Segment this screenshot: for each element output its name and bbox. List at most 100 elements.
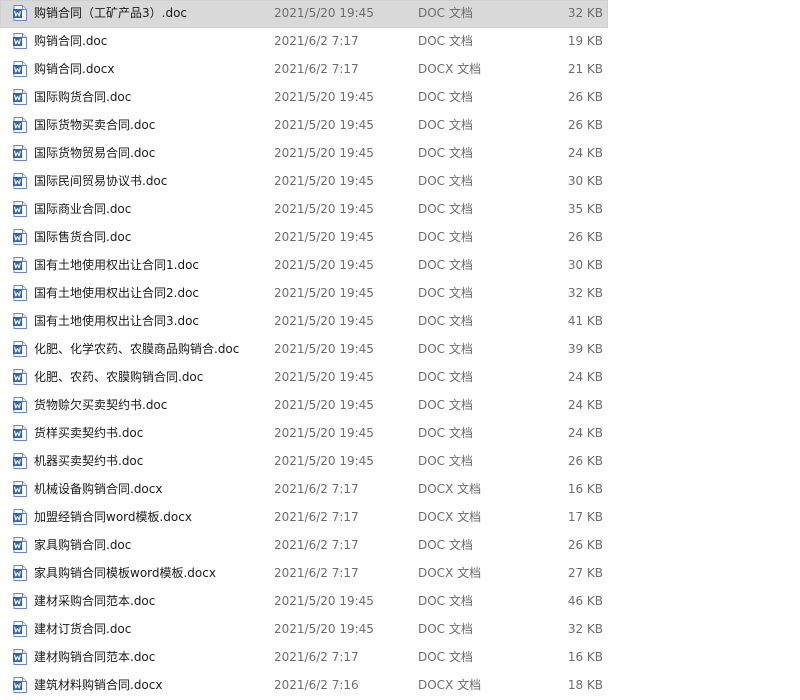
file-row-3[interactable]: 购销合同.docx 2021/6/2 7:17 DOCX 文档 21 KB xyxy=(0,56,608,84)
file-modified-date: 2021/5/20 19:45 xyxy=(274,286,374,300)
word-doc-icon xyxy=(13,593,27,609)
file-modified-date: 2021/5/20 19:45 xyxy=(274,90,374,104)
word-doc-icon xyxy=(13,313,27,329)
file-type: DOC 文档 xyxy=(418,90,473,104)
word-docx-icon xyxy=(13,61,27,77)
file-row-14[interactable]: 化肥、农药、农膜购销合同.doc 2021/5/20 19:45 DOC 文档 … xyxy=(0,364,608,392)
file-size: 32 KB xyxy=(567,622,603,636)
file-row-24[interactable]: 建材购销合同范本.doc 2021/6/2 7:17 DOC 文档 16 KB xyxy=(0,644,608,672)
word-doc-icon xyxy=(13,229,27,245)
file-modified-date: 2021/5/20 19:45 xyxy=(274,454,374,468)
file-row-8[interactable]: 国际商业合同.doc 2021/5/20 19:45 DOC 文档 35 KB xyxy=(0,196,608,224)
file-name: 购销合同（工矿产品3）.doc xyxy=(34,6,188,20)
file-name: 国际购货合同.doc xyxy=(34,90,132,104)
file-type: DOC 文档 xyxy=(418,454,473,468)
file-modified-date: 2021/5/20 19:45 xyxy=(274,426,374,440)
file-row-13[interactable]: 化肥、化学农药、农膜商品购销合.doc 2021/5/20 19:45 DOC … xyxy=(0,336,608,364)
file-name: 国际商业合同.doc xyxy=(34,202,132,216)
file-name: 机器买卖契约书.doc xyxy=(34,454,144,468)
file-type: DOC 文档 xyxy=(418,314,473,328)
file-name: 国际货物买卖合同.doc xyxy=(34,118,156,132)
word-doc-icon xyxy=(13,537,27,553)
file-row-16[interactable]: 货样买卖契约书.doc 2021/5/20 19:45 DOC 文档 24 KB xyxy=(0,420,608,448)
file-row-19[interactable]: 加盟经销合同word模板.docx 2021/6/2 7:17 DOCX 文档 … xyxy=(0,504,608,532)
file-type: DOC 文档 xyxy=(418,286,473,300)
file-type: DOCX 文档 xyxy=(418,678,482,692)
file-size: 26 KB xyxy=(567,230,603,244)
file-modified-date: 2021/5/20 19:45 xyxy=(274,258,374,272)
file-type: DOC 文档 xyxy=(418,174,473,188)
file-row-23[interactable]: 建材订货合同.doc 2021/5/20 19:45 DOC 文档 32 KB xyxy=(0,616,608,644)
file-modified-date: 2021/5/20 19:45 xyxy=(274,6,374,20)
file-type: DOC 文档 xyxy=(418,230,473,244)
word-doc-icon xyxy=(13,201,27,217)
file-size: 26 KB xyxy=(567,90,603,104)
file-name: 化肥、农药、农膜购销合同.doc xyxy=(34,370,204,384)
file-row-10[interactable]: 国有土地使用权出让合同1.doc 2021/5/20 19:45 DOC 文档 … xyxy=(0,252,608,280)
file-type: DOC 文档 xyxy=(418,426,473,440)
file-row-4[interactable]: 国际购货合同.doc 2021/5/20 19:45 DOC 文档 26 KB xyxy=(0,84,608,112)
file-name: 国际民间贸易协议书.doc xyxy=(34,174,168,188)
file-name: 建材购销合同范本.doc xyxy=(34,650,156,664)
file-size: 19 KB xyxy=(567,34,603,48)
file-size: 30 KB xyxy=(567,258,603,272)
file-size: 16 KB xyxy=(567,650,603,664)
file-row-7[interactable]: 国际民间贸易协议书.doc 2021/5/20 19:45 DOC 文档 30 … xyxy=(0,168,608,196)
file-size: 18 KB xyxy=(567,678,603,692)
file-name: 加盟经销合同word模板.docx xyxy=(34,510,192,524)
file-type: DOCX 文档 xyxy=(418,566,482,580)
file-modified-date: 2021/6/2 7:17 xyxy=(274,510,359,524)
file-modified-date: 2021/5/20 19:45 xyxy=(274,398,374,412)
file-row-9[interactable]: 国际售货合同.doc 2021/5/20 19:45 DOC 文档 26 KB xyxy=(0,224,608,252)
file-name: 建材订货合同.doc xyxy=(34,622,132,636)
file-size: 21 KB xyxy=(567,62,603,76)
file-row-17[interactable]: 机器买卖契约书.doc 2021/5/20 19:45 DOC 文档 26 KB xyxy=(0,448,608,476)
file-row-5[interactable]: 国际货物买卖合同.doc 2021/5/20 19:45 DOC 文档 26 K… xyxy=(0,112,608,140)
word-doc-icon xyxy=(13,425,27,441)
file-type: DOC 文档 xyxy=(418,6,473,20)
file-name: 建筑材料购销合同.docx xyxy=(34,678,163,692)
file-type: DOC 文档 xyxy=(418,202,473,216)
file-type: DOC 文档 xyxy=(418,34,473,48)
word-doc-icon xyxy=(13,341,27,357)
file-type: DOCX 文档 xyxy=(418,62,482,76)
file-type: DOCX 文档 xyxy=(418,510,482,524)
word-doc-icon xyxy=(13,621,27,637)
file-name: 货物赊欠买卖契约书.doc xyxy=(34,398,168,412)
file-row-21[interactable]: 家具购销合同模板word模板.docx 2021/6/2 7:17 DOCX 文… xyxy=(0,560,608,588)
file-size: 30 KB xyxy=(567,174,603,188)
file-type: DOC 文档 xyxy=(418,370,473,384)
file-size: 24 KB xyxy=(567,146,603,160)
word-doc-icon xyxy=(13,453,27,469)
file-size: 24 KB xyxy=(567,426,603,440)
file-row-22[interactable]: 建材采购合同范本.doc 2021/5/20 19:45 DOC 文档 46 K… xyxy=(0,588,608,616)
file-row-11[interactable]: 国有土地使用权出让合同2.doc 2021/5/20 19:45 DOC 文档 … xyxy=(0,280,608,308)
file-row-1[interactable]: 购销合同（工矿产品3）.doc 2021/5/20 19:45 DOC 文档 3… xyxy=(0,0,608,28)
file-row-12[interactable]: 国有土地使用权出让合同3.doc 2021/5/20 19:45 DOC 文档 … xyxy=(0,308,608,336)
file-name: 货样买卖契约书.doc xyxy=(34,426,144,440)
file-size: 26 KB xyxy=(567,538,603,552)
file-row-25[interactable]: 建筑材料购销合同.docx 2021/6/2 7:16 DOCX 文档 18 K… xyxy=(0,672,608,700)
file-type: DOC 文档 xyxy=(418,398,473,412)
file-modified-date: 2021/5/20 19:45 xyxy=(274,202,374,216)
file-modified-date: 2021/6/2 7:17 xyxy=(274,482,359,496)
file-row-18[interactable]: 机械设备购销合同.docx 2021/6/2 7:17 DOCX 文档 16 K… xyxy=(0,476,608,504)
file-row-20[interactable]: 家具购销合同.doc 2021/6/2 7:17 DOC 文档 26 KB xyxy=(0,532,608,560)
file-type: DOC 文档 xyxy=(418,538,473,552)
word-doc-icon xyxy=(13,369,27,385)
file-modified-date: 2021/5/20 19:45 xyxy=(274,622,374,636)
file-modified-date: 2021/5/20 19:45 xyxy=(274,314,374,328)
file-name: 国有土地使用权出让合同3.doc xyxy=(34,314,200,328)
file-modified-date: 2021/6/2 7:17 xyxy=(274,538,359,552)
file-size: 16 KB xyxy=(567,482,603,496)
file-row-2[interactable]: 购销合同.doc 2021/6/2 7:17 DOC 文档 19 KB xyxy=(0,28,608,56)
file-name: 国际售货合同.doc xyxy=(34,230,132,244)
file-name: 家具购销合同.doc xyxy=(34,538,132,552)
file-modified-date: 2021/6/2 7:17 xyxy=(274,34,359,48)
word-doc-icon xyxy=(13,89,27,105)
word-docx-icon xyxy=(13,677,27,693)
file-row-15[interactable]: 货物赊欠买卖契约书.doc 2021/5/20 19:45 DOC 文档 24 … xyxy=(0,392,608,420)
file-size: 26 KB xyxy=(567,454,603,468)
file-row-6[interactable]: 国际货物贸易合同.doc 2021/5/20 19:45 DOC 文档 24 K… xyxy=(0,140,608,168)
file-modified-date: 2021/5/20 19:45 xyxy=(274,146,374,160)
